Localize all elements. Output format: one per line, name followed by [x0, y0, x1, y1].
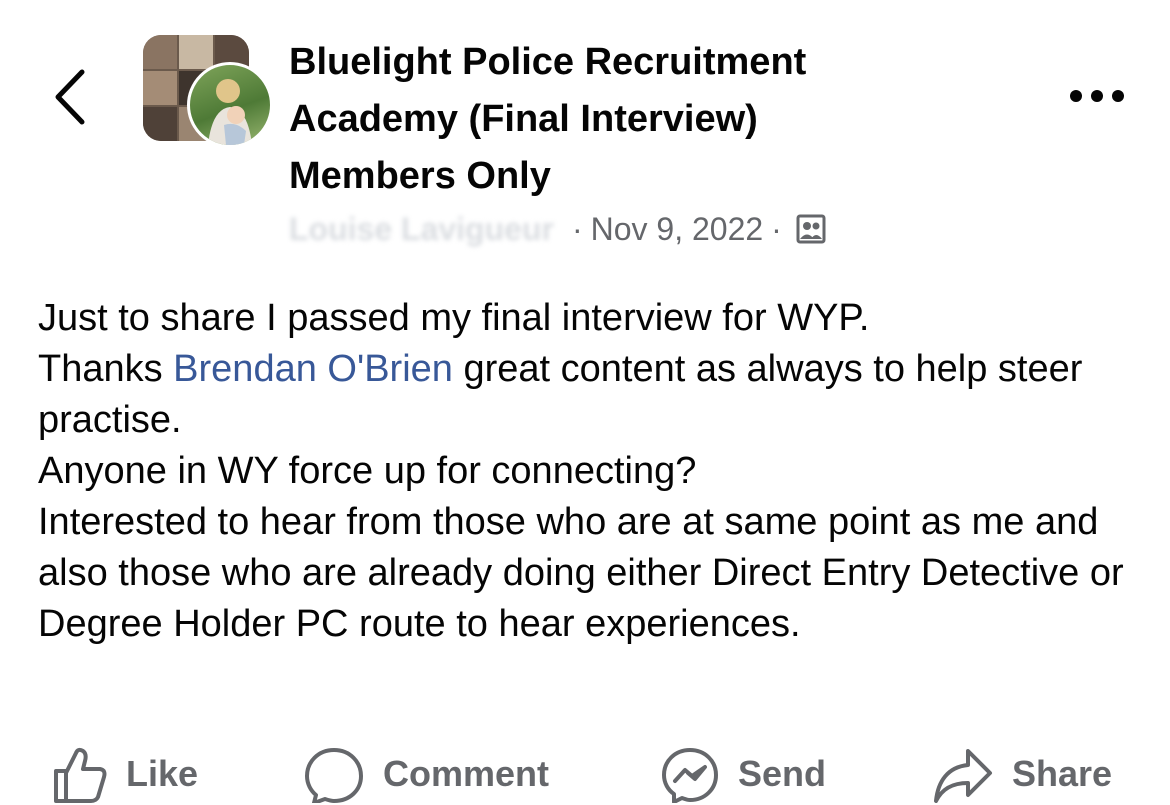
share-arrow-icon	[934, 749, 992, 803]
author-name[interactable]: Louise Lavigueur	[289, 211, 554, 248]
share-button[interactable]: Share	[932, 745, 1112, 803]
like-label: Like	[126, 753, 199, 794]
group-name-line: Bluelight Police Recruitment	[289, 41, 807, 83]
group-name-line: Members Only	[289, 155, 551, 197]
post-text: Thanks	[38, 348, 174, 390]
members-group-icon	[796, 214, 826, 244]
action-bar: Like Comment Send Share	[0, 745, 1170, 805]
more-dots-icon	[1070, 90, 1124, 102]
comment-bubble-icon	[305, 748, 363, 803]
share-label: Share	[1012, 753, 1113, 794]
post-text-line: Interested to hear from those who are at…	[38, 501, 1124, 645]
comment-button[interactable]: Comment	[303, 745, 549, 803]
post-body: Just to share I passed my final intervie…	[38, 293, 1138, 650]
meta-separator: ·	[771, 210, 782, 247]
messenger-icon	[662, 748, 718, 803]
meta-separator: ·	[571, 210, 583, 247]
avatar-stack[interactable]	[143, 35, 273, 148]
group-name-line: Academy (Final Interview)	[289, 98, 758, 140]
post-meta: Louise Lavigueur · Nov 9, 2022 ·	[289, 207, 989, 251]
mention-link[interactable]: Brendan O'Brien	[173, 348, 453, 390]
author-avatar[interactable]	[187, 62, 273, 148]
comment-label: Comment	[383, 753, 550, 794]
post-text-line: Just to share I passed my final intervie…	[38, 297, 870, 339]
chevron-left-icon	[55, 69, 85, 125]
thumbs-up-icon	[54, 747, 107, 803]
post-date[interactable]: Nov 9, 2022	[591, 211, 764, 248]
send-label: Send	[738, 753, 827, 794]
post-header: Bluelight Police Recruitment Academy (Fi…	[289, 34, 989, 251]
post-text-line: Thanks Brendan O'Brien great content as …	[38, 344, 1138, 446]
post-text-line: Anyone in WY force up for connecting?	[38, 450, 697, 492]
group-name[interactable]: Bluelight Police Recruitment Academy (Fi…	[289, 34, 989, 205]
more-options-button[interactable]	[1062, 74, 1132, 118]
back-button[interactable]	[48, 62, 96, 132]
like-button[interactable]: Like	[50, 745, 198, 803]
send-button[interactable]: Send	[660, 745, 826, 803]
